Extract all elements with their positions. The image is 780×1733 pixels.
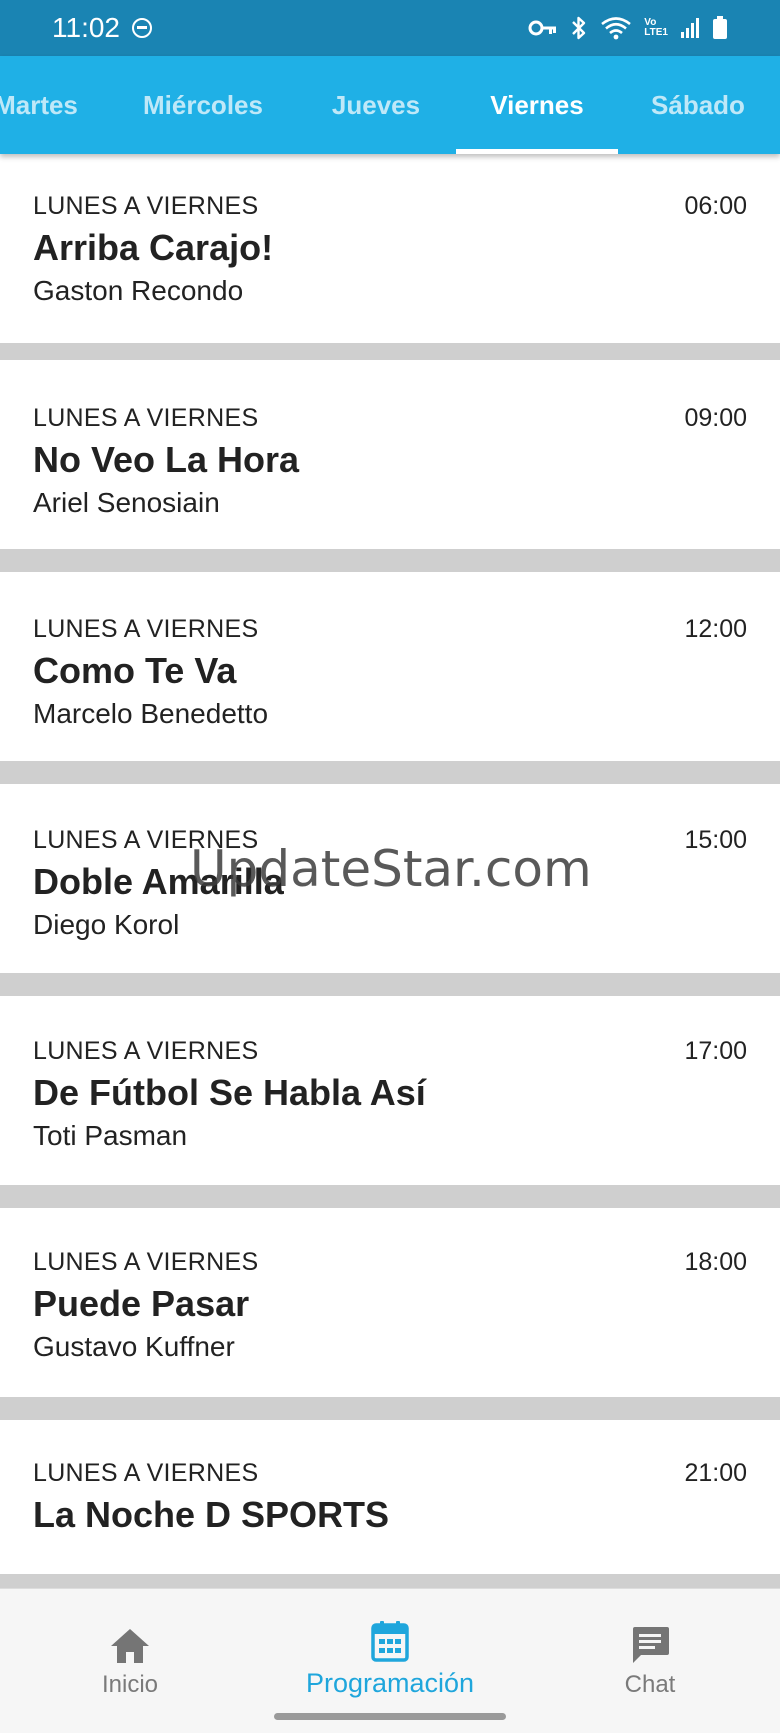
- program-host: Marcelo Benedetto: [33, 698, 269, 729]
- nav-label: Inicio: [101, 1671, 159, 1698]
- tab-jueves[interactable]: Jueves: [306, 56, 446, 154]
- program-days: LUNES A VIERNES: [33, 1248, 259, 1276]
- program-days: LUNES A VIERNES: [33, 826, 259, 854]
- program-days: LUNES A VIERNES: [33, 404, 259, 432]
- tab-martes[interactable]: Martes: [0, 56, 106, 154]
- tab-viernes[interactable]: Viernes: [456, 56, 618, 154]
- program-card[interactable]: LUNES A VIERNES 21:00 La Noche D SPORTS: [0, 1420, 780, 1574]
- program-card[interactable]: LUNES A VIERNES 12:00 Como Te Va Marcelo…: [0, 572, 780, 761]
- signal-icon: [681, 18, 699, 38]
- vpn-key-icon: [528, 20, 557, 36]
- program-time: 12:00: [684, 615, 747, 643]
- tab-label: Martes: [0, 89, 78, 120]
- program-time: 18:00: [684, 1248, 747, 1276]
- status-bar: 11:02 Vo LTE1: [0, 0, 780, 56]
- program-list[interactable]: LUNES A VIERNES 06:00 Arriba Carajo! Gas…: [0, 154, 780, 1588]
- status-time: 11:02: [52, 12, 120, 43]
- program-time: 15:00: [684, 826, 747, 854]
- program-days: LUNES A VIERNES: [33, 192, 259, 220]
- program-card[interactable]: LUNES A VIERNES 06:00 Arriba Carajo! Gas…: [0, 154, 780, 343]
- program-title: Arriba Carajo!: [33, 227, 274, 268]
- program-host: Toti Pasman: [33, 1120, 188, 1151]
- status-left: 11:02: [52, 12, 152, 44]
- program-time: 21:00: [684, 1459, 747, 1487]
- program-time: 17:00: [684, 1037, 747, 1065]
- status-right: Vo LTE1: [528, 15, 728, 41]
- program-card[interactable]: LUNES A VIERNES 17:00 De Fútbol Se Habla…: [0, 996, 780, 1185]
- volte-bottom: LTE1: [644, 27, 668, 38]
- home-indicator-bar[interactable]: [274, 1713, 506, 1720]
- program-title: Doble Amarilla: [33, 861, 284, 902]
- volte-icon: Vo LTE1: [644, 18, 668, 38]
- program-card[interactable]: LUNES A VIERNES 18:00 Puede Pasar Gustav…: [0, 1208, 780, 1397]
- program-title: No Veo La Hora: [33, 439, 300, 480]
- program-title: De Fútbol Se Habla Así: [33, 1072, 426, 1113]
- program-days: LUNES A VIERNES: [33, 1037, 259, 1065]
- bluetooth-icon: [572, 16, 586, 40]
- chat-icon: [633, 1627, 669, 1663]
- program-title: Puede Pasar: [33, 1283, 250, 1324]
- wifi-icon: [601, 17, 632, 40]
- program-days: LUNES A VIERNES: [33, 1459, 259, 1487]
- tab-miercoles[interactable]: Miércoles: [118, 56, 288, 154]
- program-time: 09:00: [684, 404, 747, 432]
- program-host: Diego Korol: [33, 909, 180, 940]
- do-not-disturb-icon: [132, 18, 152, 38]
- nav-inicio[interactable]: Inicio: [60, 1589, 200, 1699]
- day-tab-bar: Martes Miércoles Jueves Viernes Sábado: [0, 56, 780, 154]
- tab-label: Sábado: [651, 89, 745, 120]
- program-host: Gaston Recondo: [33, 275, 244, 306]
- program-host: Ariel Senosiain: [33, 487, 220, 518]
- program-title: La Noche D SPORTS: [33, 1494, 390, 1535]
- program-time: 06:00: [684, 192, 747, 220]
- program-card[interactable]: LUNES A VIERNES 09:00 No Veo La Hora Ari…: [0, 360, 780, 549]
- program-days: LUNES A VIERNES: [33, 615, 259, 643]
- battery-icon: [713, 16, 727, 39]
- home-icon: [111, 1629, 149, 1663]
- nav-label: Programación: [305, 1668, 475, 1698]
- tab-label: Jueves: [331, 89, 421, 120]
- tab-sabado[interactable]: Sábado: [628, 56, 768, 154]
- program-title: Como Te Va: [33, 650, 237, 691]
- nav-label: Chat: [624, 1671, 676, 1698]
- tab-label: Viernes: [490, 89, 584, 120]
- program-card[interactable]: LUNES A VIERNES 15:00 Doble Amarilla Die…: [0, 784, 780, 973]
- bottom-navigation: Inicio Programación Chat: [0, 1588, 780, 1733]
- nav-chat[interactable]: Chat: [580, 1589, 720, 1699]
- nav-programacion[interactable]: Programación: [280, 1589, 500, 1699]
- tab-label: Miércoles: [143, 89, 263, 120]
- calendar-icon: [371, 1621, 409, 1662]
- program-host: Gustavo Kuffner: [33, 1331, 235, 1362]
- active-tab-indicator: [456, 149, 618, 154]
